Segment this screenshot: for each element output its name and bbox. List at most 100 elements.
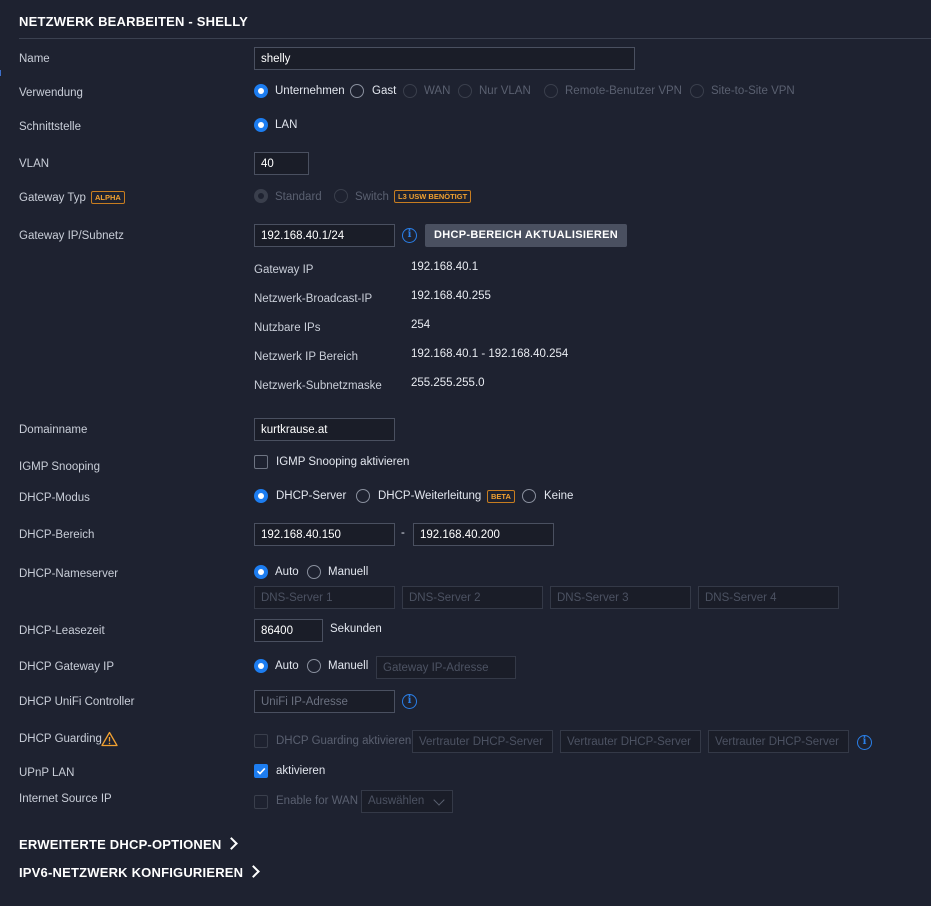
edge-marker	[0, 70, 4, 76]
verwendung-option-label: WAN	[424, 85, 451, 97]
domainname-label: Domainname	[19, 424, 88, 436]
name-input[interactable]	[254, 47, 635, 70]
gateway-typ-option-label: Standard	[275, 191, 322, 203]
igmp-checkbox-label: IGMP Snooping aktivieren	[276, 456, 410, 468]
lease-time-input[interactable]	[254, 619, 323, 642]
verwendung-option-label: Gast	[372, 85, 397, 97]
dhcp-range-start-input[interactable]	[254, 523, 395, 546]
gateway-typ-option-label: Switch	[355, 191, 389, 203]
dhcp-nameserver-label: DHCP-Nameserver	[19, 568, 119, 580]
ipv6-config-toggle[interactable]: IPV6-NETZWERK KONFIGURIEREN	[19, 865, 261, 880]
dhcp-modus-radio-keine[interactable]	[522, 489, 536, 503]
verwendung-radio-nur-vlan	[458, 84, 472, 98]
dhcp-modus-radio-weiterleitung[interactable]	[356, 489, 370, 503]
dhcp-gateway-label: DHCP Gateway IP	[19, 661, 115, 673]
warning-icon	[101, 731, 118, 747]
name-label: Name	[19, 53, 50, 65]
trusted-dhcp-server-3-input	[708, 730, 849, 753]
dhcp-guarding-label: DHCP Guarding	[19, 733, 102, 745]
dhcp-bereich-label: DHCP-Bereich	[19, 529, 95, 541]
upnp-checkbox[interactable]	[254, 764, 268, 778]
igmp-checkbox[interactable]	[254, 455, 268, 469]
vlan-input[interactable]	[254, 152, 309, 175]
subnet-info-label: Netzwerk IP Bereich	[254, 351, 358, 363]
beta-badge: BETA	[487, 490, 515, 503]
gateway-typ-radio-standard	[254, 189, 268, 203]
unifi-controller-input[interactable]	[254, 690, 395, 713]
dhcp-gateway-option-label: Auto	[275, 660, 299, 672]
nameserver-radio-manuell[interactable]	[307, 565, 321, 579]
subnet-info-label: Nutzbare IPs	[254, 322, 321, 334]
igmp-label: IGMP Snooping	[19, 461, 100, 473]
info-icon[interactable]: i	[857, 735, 872, 750]
dhcp-modus-option-label: DHCP-Weiterleitung	[378, 490, 482, 502]
advanced-dhcp-options-toggle[interactable]: ERWEITERTE DHCP-OPTIONEN	[19, 837, 239, 852]
trusted-dhcp-server-2-input	[560, 730, 701, 753]
subnet-info-value: 192.168.40.255	[411, 290, 491, 302]
verwendung-radio-remote-vpn	[544, 84, 558, 98]
dhcp-modus-label: DHCP-Modus	[19, 492, 90, 504]
dhcp-gateway-ip-input	[376, 656, 516, 679]
dhcp-gateway-radio-auto[interactable]	[254, 659, 268, 673]
dhcp-gateway-option-label: Manuell	[328, 660, 369, 672]
advanced-dhcp-options-label: ERWEITERTE DHCP-OPTIONEN	[19, 837, 222, 852]
verwendung-radio-unternehmen[interactable]	[254, 84, 268, 98]
lease-unit-label: Sekunden	[330, 623, 382, 635]
dns-server-2-input	[402, 586, 543, 609]
dhcp-modus-option-label: DHCP-Server	[276, 490, 347, 502]
subnet-info-label: Netzwerk-Subnetzmaske	[254, 380, 382, 392]
gateway-ip-input[interactable]	[254, 224, 395, 247]
title-divider	[19, 38, 931, 39]
dhcp-lease-label: DHCP-Leasezeit	[19, 625, 105, 637]
dhcp-modus-option-label: Keine	[544, 490, 574, 502]
source-ip-select: Auswählen	[361, 790, 453, 813]
subnet-info-value: 255.255.255.0	[411, 377, 485, 389]
schnittstelle-option-label: LAN	[275, 119, 298, 131]
dhcp-unifi-label: DHCP UniFi Controller	[19, 696, 135, 708]
dhcp-gateway-radio-manuell[interactable]	[307, 659, 321, 673]
dhcp-range-update-button[interactable]: DHCP-BEREICH AKTUALISIEREN	[425, 224, 628, 247]
page-title: NETZWERK BEARBEITEN - SHELLY	[19, 14, 249, 29]
subnet-info-value: 254	[411, 319, 431, 331]
schnittstelle-radio-lan[interactable]	[254, 118, 268, 132]
info-icon[interactable]: i	[402, 228, 417, 243]
gateway-ip-label: Gateway IP/Subnetz	[19, 230, 124, 242]
dns-server-4-input	[698, 586, 839, 609]
upnp-checkbox-label: aktivieren	[276, 765, 326, 777]
dhcp-guarding-checkbox-label: DHCP Guarding aktivieren	[276, 735, 412, 747]
info-icon[interactable]: i	[402, 694, 417, 709]
checkmark-icon	[256, 767, 266, 775]
dhcp-modus-radio-server[interactable]	[254, 489, 268, 503]
verwendung-radio-gast[interactable]	[350, 84, 364, 98]
ipv6-config-label: IPV6-NETZWERK KONFIGURIEREN	[19, 865, 244, 880]
verwendung-label: Verwendung	[19, 87, 83, 99]
l3-usw-badge: L3 USW BENÖTIGT	[394, 190, 472, 203]
gateway-typ-radio-switch	[334, 189, 348, 203]
verwendung-radio-wan	[403, 84, 417, 98]
dhcp-guarding-checkbox	[254, 734, 268, 748]
source-ip-select-value: Auswählen	[368, 795, 425, 807]
nameserver-radio-auto[interactable]	[254, 565, 268, 579]
gateway-typ-label: Gateway Typ	[19, 192, 86, 204]
trusted-dhcp-server-1-input	[412, 730, 553, 753]
subnet-info-value: 192.168.40.1 - 192.168.40.254	[411, 348, 569, 360]
dhcp-range-end-input[interactable]	[413, 523, 554, 546]
verwendung-option-label: Site-to-Site VPN	[711, 85, 795, 97]
verwendung-radio-site-vpn	[690, 84, 704, 98]
dhcp-range-separator: -	[401, 527, 405, 539]
schnittstelle-label: Schnittstelle	[19, 121, 82, 133]
chevron-right-icon	[225, 837, 239, 850]
nameserver-option-label: Manuell	[328, 566, 369, 578]
enable-wan-label: Enable for WAN	[276, 795, 359, 807]
nameserver-option-label: Auto	[275, 566, 299, 578]
internet-source-label: Internet Source IP	[19, 793, 112, 805]
vlan-label: VLAN	[19, 158, 50, 170]
chevron-right-icon	[247, 865, 261, 878]
verwendung-option-label: Unternehmen	[275, 85, 345, 97]
dns-server-1-input	[254, 586, 395, 609]
domainname-input[interactable]	[254, 418, 395, 441]
subnet-info-label: Netzwerk-Broadcast-IP	[254, 293, 373, 305]
alpha-badge: ALPHA	[91, 191, 125, 204]
verwendung-option-label: Nur VLAN	[479, 85, 531, 97]
chevron-down-icon	[433, 794, 445, 806]
